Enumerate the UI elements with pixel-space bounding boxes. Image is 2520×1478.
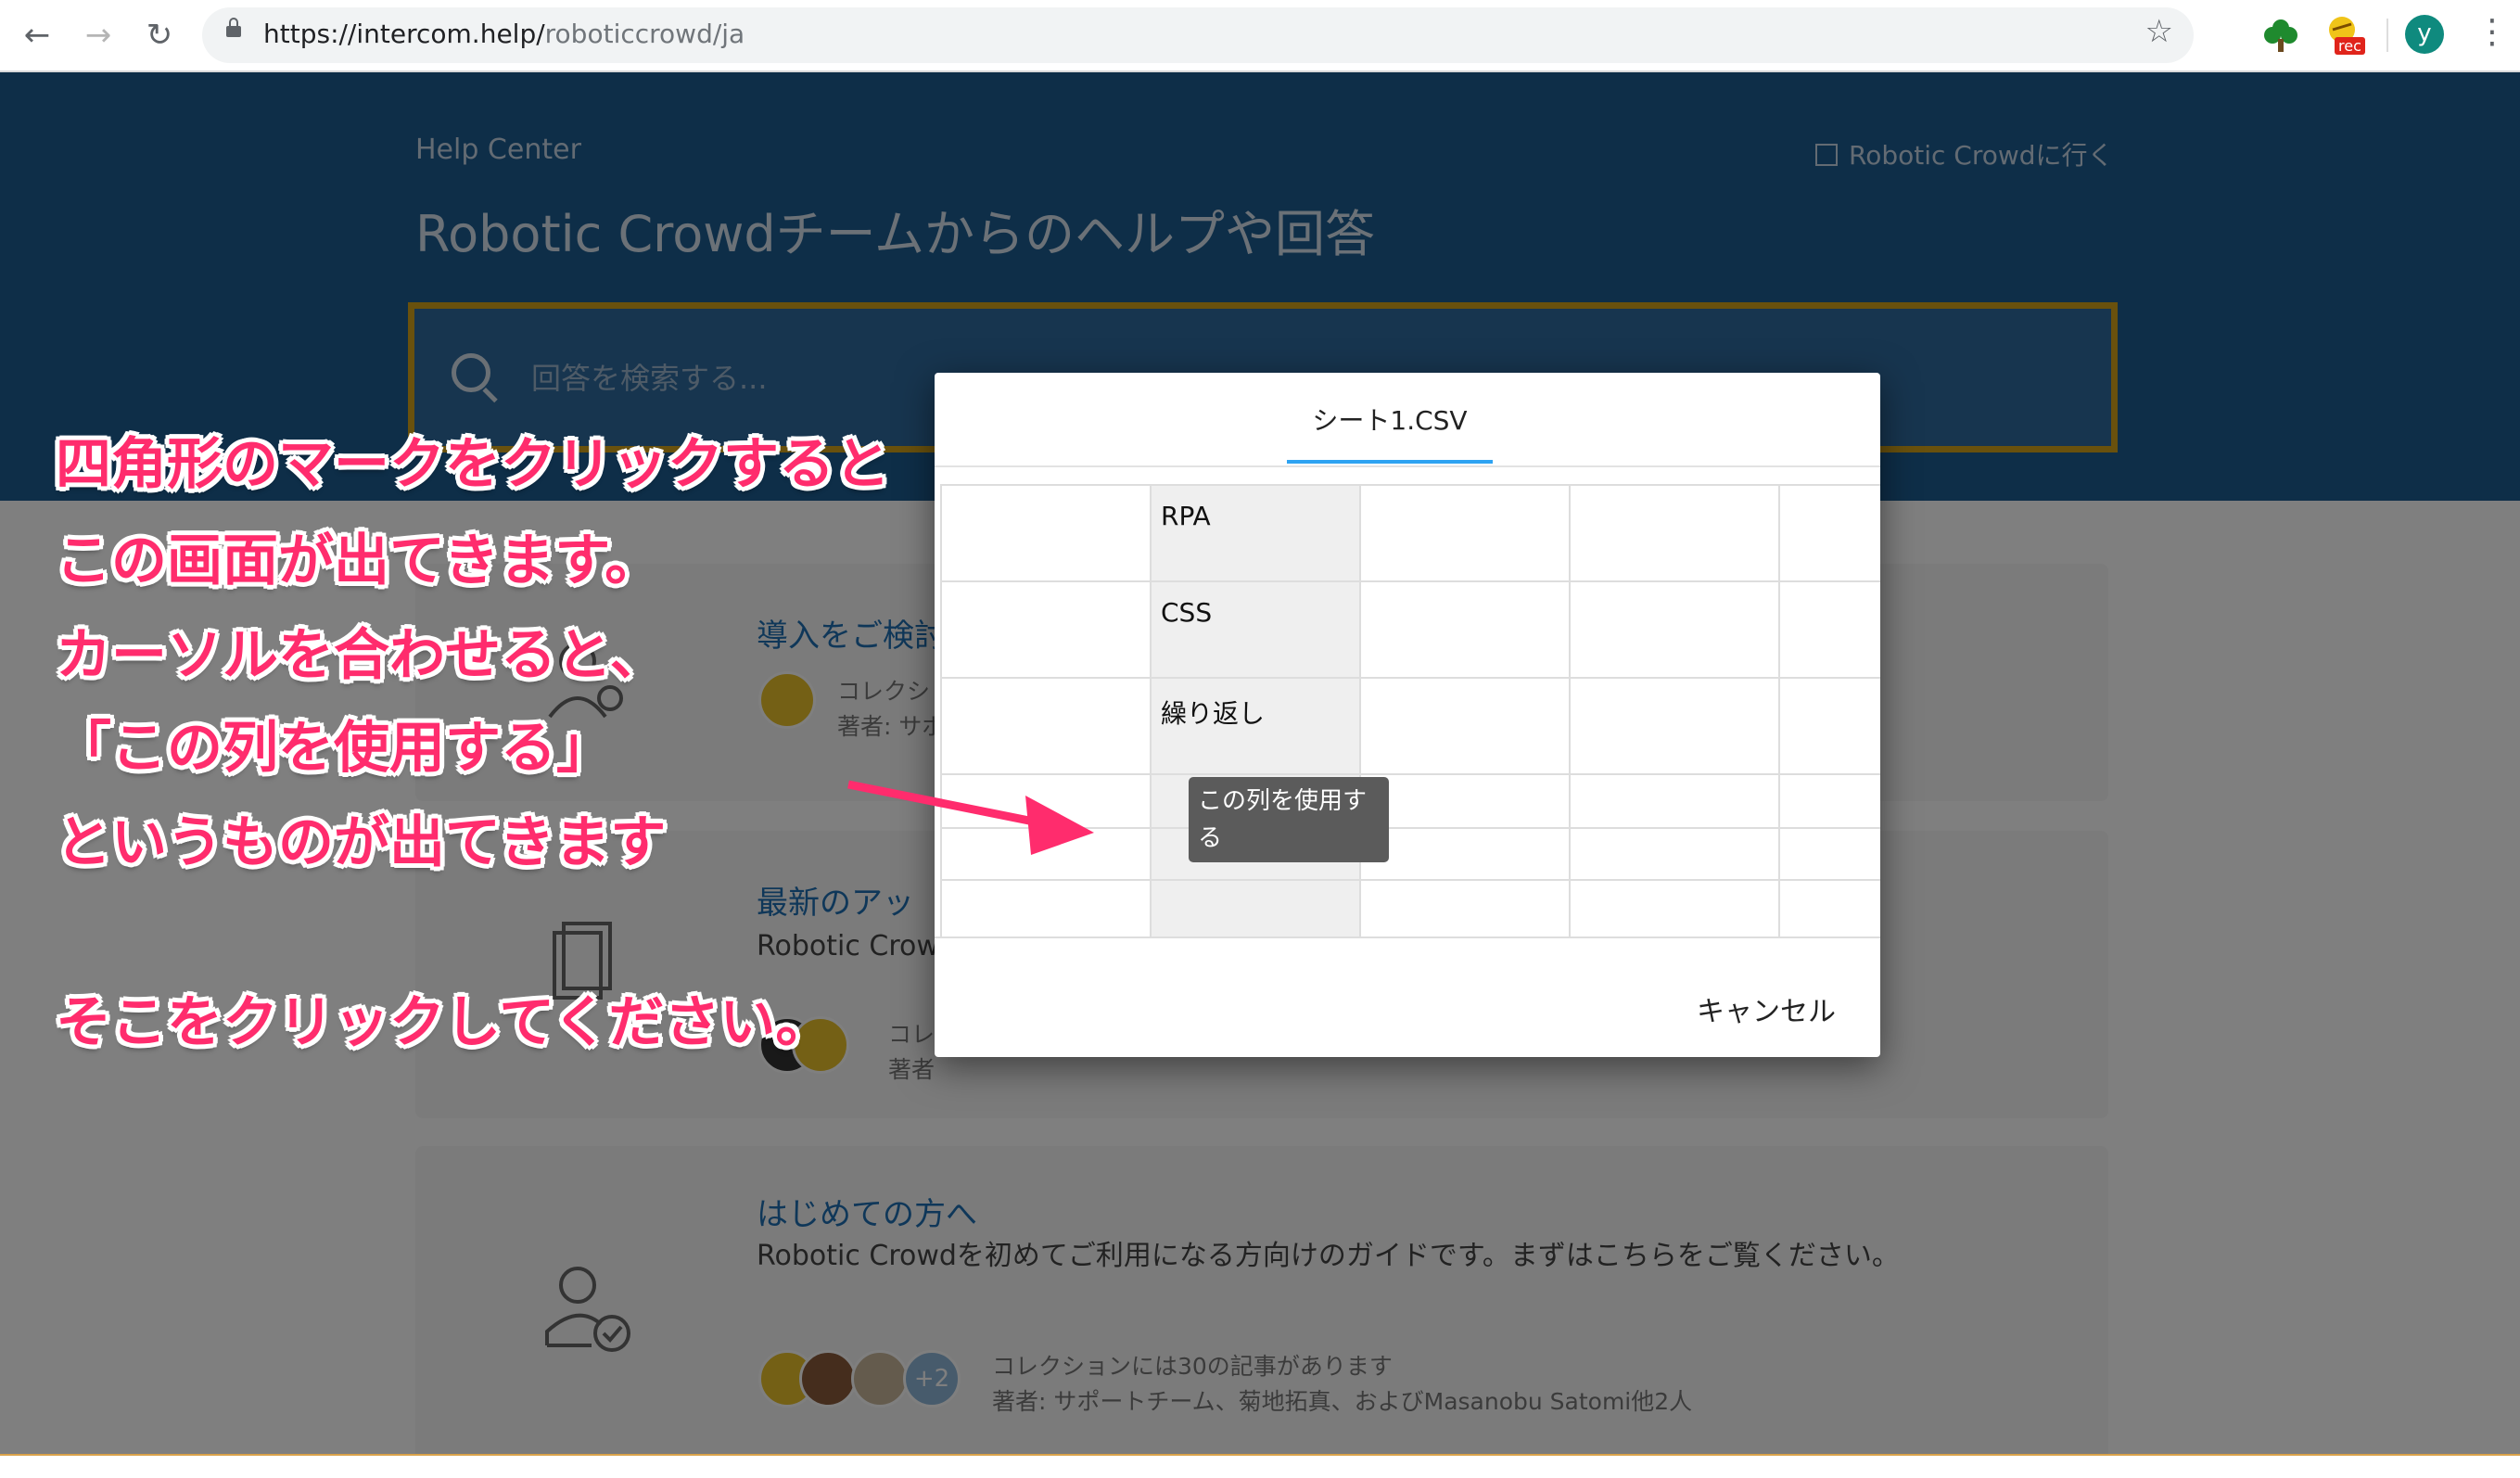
bottom-border [0,1454,2520,1456]
annotation-line: そこをクリックしてください。 [56,990,832,1055]
annotation-line: この画面が出てきます。 [56,529,661,593]
annotation-line: 四角形のマークをクリックすると [56,432,890,497]
annotation-line: 「この列を使用する」 [56,716,612,781]
annotation-line: カーソルを合わせると、 [56,623,666,688]
annotation-line: というものが出てきます [56,810,667,875]
